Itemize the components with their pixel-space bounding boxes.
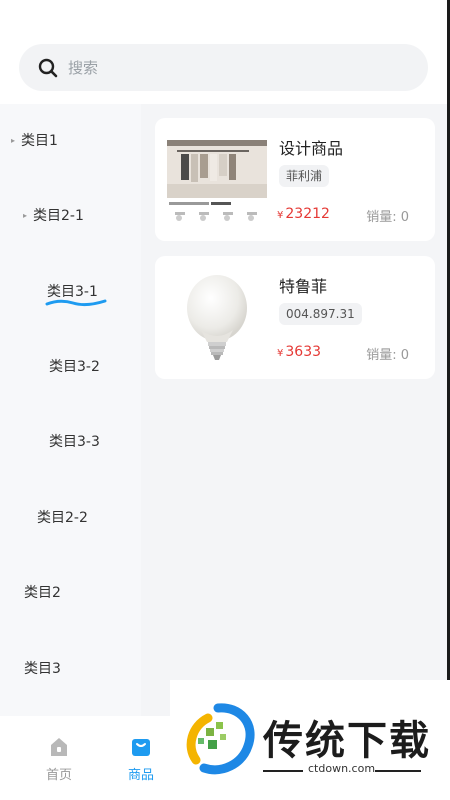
- expand-caret-icon: ▸: [23, 210, 28, 220]
- category-item-3[interactable]: 类目3: [24, 658, 61, 678]
- watermark-rule: [263, 770, 303, 772]
- price-value: 23212: [285, 206, 330, 222]
- currency-symbol: ¥: [277, 348, 284, 359]
- product-card[interactable]: 设计商品 菲利浦 ¥23212 销量: 0: [155, 118, 435, 241]
- category-item-3-3[interactable]: 类目3-3: [49, 431, 100, 451]
- product-sales: 销量: 0: [366, 210, 409, 225]
- search-icon: [37, 57, 59, 79]
- search-bar[interactable]: 搜索: [19, 44, 428, 91]
- category-label: 类目2-1: [33, 208, 84, 224]
- tab-home[interactable]: 首页: [29, 736, 89, 783]
- watermark-url: ctdown.com: [308, 762, 376, 775]
- tab-label: 首页: [45, 768, 72, 783]
- product-card[interactable]: 特鲁菲 004.897.31 ¥3633 销量: 0: [155, 256, 435, 379]
- category-label: 类目2: [24, 585, 61, 601]
- light-bulb-image: [165, 270, 269, 366]
- product-tag: 菲利浦: [279, 165, 330, 187]
- tab-label: 商品: [127, 768, 154, 783]
- category-label-selected: 类目3-1: [45, 281, 107, 307]
- category-item-3-2[interactable]: 类目3-2: [49, 356, 100, 376]
- category-item-2-2[interactable]: 类目2-2: [37, 507, 88, 527]
- bag-icon: [130, 736, 152, 758]
- category-item-1[interactable]: ▸ 类目1: [11, 130, 58, 150]
- search-placeholder[interactable]: 搜索: [68, 57, 98, 78]
- watermark-rule: [375, 770, 421, 772]
- category-sidebar: ▸ 类目1 ▸ 类目2-1 类目3-1 类目3-2 类目3-3 类目2-2 类目…: [0, 104, 141, 716]
- price-value: 3633: [285, 344, 322, 360]
- product-list: 设计商品 菲利浦 ¥23212 销量: 0 特鲁菲 004.897.31 ¥ 3…: [141, 104, 447, 716]
- product-sales: 销量: 0: [366, 348, 409, 363]
- closet-track-light-image: [165, 132, 269, 228]
- tab-products[interactable]: 商品: [111, 736, 171, 783]
- category-item-2-1[interactable]: ▸ 类目2-1: [23, 205, 84, 225]
- product-tag: 004.897.31: [279, 303, 362, 325]
- category-item-3-1[interactable]: 类目3-1: [45, 281, 107, 307]
- product-price: ¥23212: [277, 206, 330, 222]
- product-title: 特鲁菲: [279, 277, 328, 296]
- watermark-text: 传统下载: [263, 718, 431, 764]
- category-label: 类目3-3: [49, 434, 100, 450]
- product-title: 设计商品: [279, 139, 344, 158]
- currency-symbol: ¥: [277, 210, 284, 221]
- category-label: 类目1: [21, 133, 58, 149]
- category-label: 类目3-2: [49, 359, 100, 375]
- ctdown-logo-icon: [186, 703, 255, 775]
- category-item-2[interactable]: 类目2: [24, 582, 61, 602]
- home-icon: [48, 736, 70, 758]
- category-label: 类目3: [24, 661, 61, 677]
- product-price: ¥3633: [277, 344, 321, 360]
- category-label: 类目2-2: [37, 510, 88, 526]
- expand-caret-icon: ▸: [11, 135, 16, 145]
- selected-underline-icon: [45, 299, 107, 307]
- watermark: 传统下载 ctdown.com: [170, 680, 450, 800]
